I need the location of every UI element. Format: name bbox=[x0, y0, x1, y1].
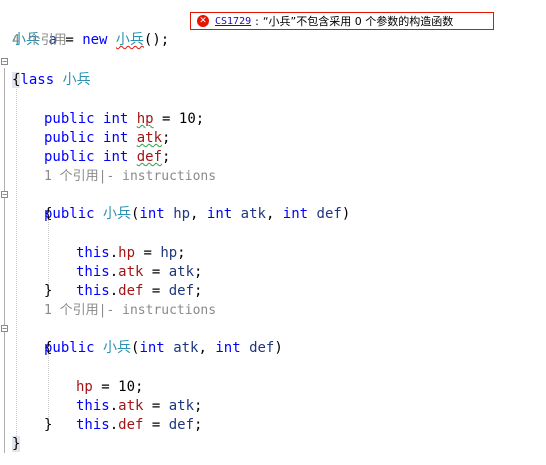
ctor1-open-brace: { bbox=[44, 206, 53, 222]
indent-guide bbox=[16, 86, 17, 438]
ctor2-stmt-def[interactable]: this.def = def; bbox=[76, 397, 202, 433]
ctor1-signature[interactable]: public 小兵(int hp, int atk, int def) bbox=[44, 186, 350, 222]
ctor2-signature[interactable]: public 小兵(int atk, int def) bbox=[44, 320, 283, 356]
indent-guide bbox=[48, 220, 49, 285]
ctor2-close-brace: } bbox=[44, 417, 53, 433]
outline-bar-class bbox=[4, 68, 5, 453]
field-def[interactable]: public int def; bbox=[44, 129, 170, 165]
code-line-instantiation[interactable]: 小兵 a = new 小兵(); bbox=[12, 12, 169, 48]
new-keyword: new bbox=[82, 32, 108, 48]
collapse-class-toggle[interactable]: − bbox=[1, 58, 8, 66]
class-name: 小兵 bbox=[62, 72, 91, 88]
error-message: “小兵”不包含采用 0 个参数的构造函数 bbox=[262, 15, 454, 28]
ctor2-open-brace: { bbox=[44, 340, 53, 356]
collapse-ctor1-toggle[interactable]: − bbox=[1, 191, 8, 199]
ctor1-stmt-def[interactable]: this.def = def; bbox=[76, 263, 202, 299]
constructor-call-error[interactable]: 小兵 bbox=[116, 32, 144, 48]
collapse-ctor2-toggle[interactable]: − bbox=[1, 325, 8, 333]
field-name: def bbox=[136, 149, 163, 165]
error-code-link[interactable]: CS1729 bbox=[215, 16, 251, 27]
ctor1-close-brace: } bbox=[44, 283, 53, 299]
codelens-class-references[interactable]: 4 个引用 bbox=[12, 31, 67, 50]
ctor1-stmt-hp[interactable]: this.hp = hp; bbox=[76, 225, 186, 261]
codelens-ctor2[interactable]: 1 个引用|- instructions bbox=[44, 301, 216, 320]
ctor2-stmt-hp[interactable]: hp = 10; bbox=[76, 359, 143, 395]
ctor2-stmt-atk[interactable]: this.atk = atk; bbox=[76, 378, 202, 414]
field-hp[interactable]: public int hp = 10; bbox=[44, 91, 204, 127]
class-open-brace: { bbox=[12, 72, 21, 88]
indent-guide bbox=[48, 354, 49, 419]
class-declaration[interactable]: class 小兵 bbox=[12, 52, 91, 88]
error-tooltip: ✕ CS1729 : “小兵”不包含采用 0 个参数的构造函数 bbox=[190, 12, 494, 30]
class-close-brace: } bbox=[12, 436, 21, 452]
codelens-ctor1[interactable]: 1 个引用|- instructions bbox=[44, 167, 216, 186]
field-atk[interactable]: public int atk; bbox=[44, 110, 170, 146]
ctor-name: 小兵 bbox=[103, 206, 132, 222]
error-icon: ✕ bbox=[197, 15, 209, 27]
ctor1-stmt-atk[interactable]: this.atk = atk; bbox=[76, 244, 202, 280]
ctor-name: 小兵 bbox=[103, 340, 132, 356]
